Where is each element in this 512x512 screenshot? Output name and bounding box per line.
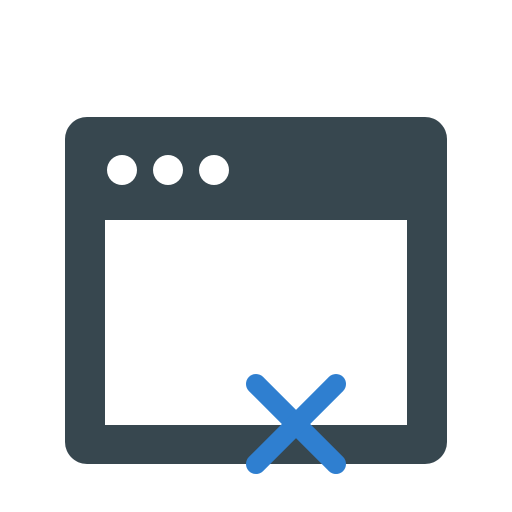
window-dot-1 (107, 155, 137, 185)
close-x-icon (246, 374, 346, 474)
browser-window-icon (65, 117, 447, 474)
icon-canvas (0, 0, 512, 512)
window-dot-3 (199, 155, 229, 185)
window-content-pane (105, 220, 407, 474)
window-dot-2 (153, 155, 183, 185)
